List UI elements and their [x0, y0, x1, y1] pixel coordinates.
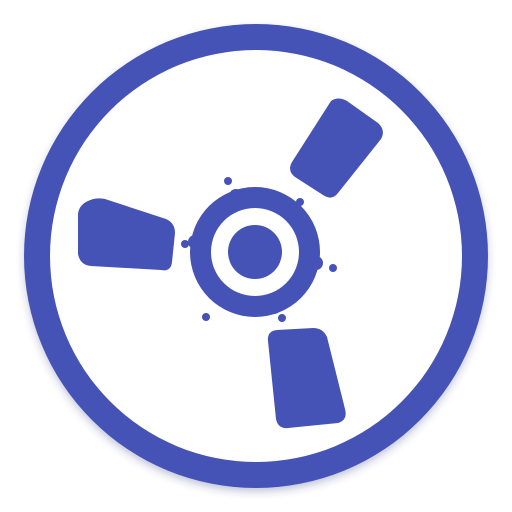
reel-icon	[24, 24, 488, 488]
hub-tooth	[211, 289, 225, 303]
rivet-dot	[296, 198, 304, 206]
rivet-dot	[202, 313, 210, 321]
hub-tooth	[188, 235, 202, 249]
rivet-dot	[329, 264, 337, 272]
hub-tooth	[267, 300, 281, 314]
hub-tooth	[309, 256, 323, 270]
rivet-dot	[181, 240, 189, 248]
rivet-dot	[224, 177, 232, 185]
rivet-dot	[278, 314, 286, 322]
hub-tooth	[287, 204, 301, 218]
app-icon-canvas	[0, 0, 512, 512]
hub-tooth	[229, 189, 243, 203]
hub-core	[228, 225, 282, 279]
